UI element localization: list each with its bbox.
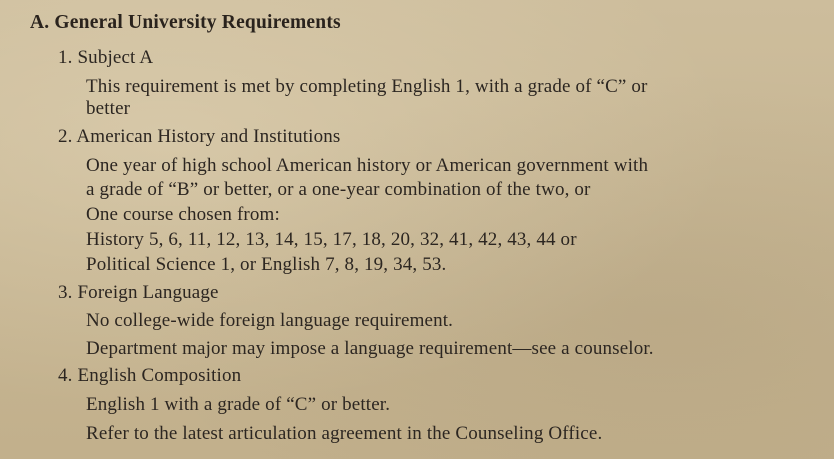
document-page: A. General University Requirements 1. Su… — [0, 0, 834, 459]
item-4-text-line-2: Refer to the latest articulation agreeme… — [86, 423, 603, 444]
item-1-text-line-2: better — [86, 98, 131, 119]
item-2-text-line-5: Political Science 1, or English 7, 8, 19… — [86, 254, 447, 275]
item-1-title: 1. Subject A — [58, 47, 154, 68]
item-4-title: 4. English Composition — [58, 365, 242, 386]
item-4-text-line-1: English 1 with a grade of “C” or better. — [86, 394, 391, 415]
item-1-text-line-1: This requirement is met by completing En… — [86, 76, 648, 97]
item-3-title: 3. Foreign Language — [58, 282, 219, 303]
section-heading: A. General University Requirements — [30, 12, 341, 33]
item-2-text-line-1: One year of high school American history… — [86, 155, 649, 176]
item-2-title: 2. American History and Institutions — [58, 126, 341, 147]
item-2-text-line-2: a grade of “B” or better, or a one-year … — [86, 179, 591, 200]
item-3-text-line-1: No college-wide foreign language require… — [86, 310, 454, 331]
item-2-text-line-4: History 5, 6, 11, 12, 13, 14, 15, 17, 18… — [86, 229, 577, 250]
item-2-text-line-3: One course chosen from: — [86, 204, 280, 225]
item-3-text-line-2: Department major may impose a language r… — [86, 338, 654, 359]
